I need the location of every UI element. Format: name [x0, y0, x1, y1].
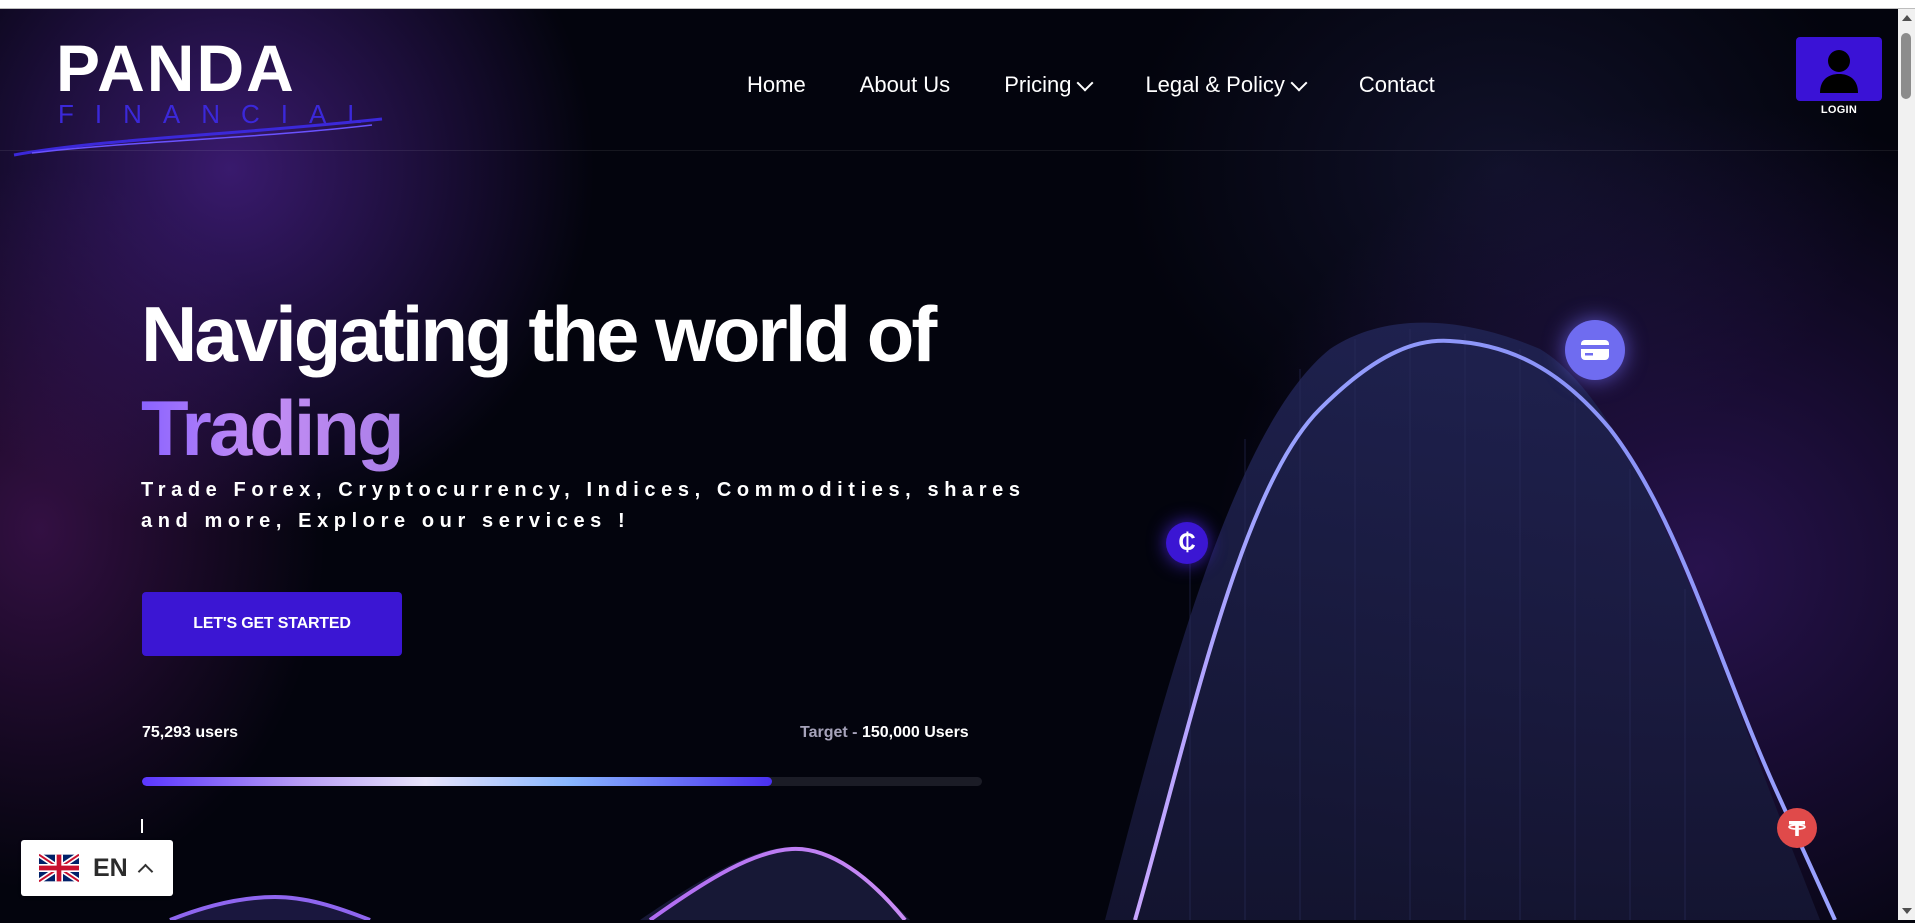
target-value: 150,000 Users: [861, 724, 969, 741]
users-count: 75,293 users: [142, 724, 239, 741]
page: ₵ PANDA FINANCIAL Home About Us Pricing …: [0, 9, 1898, 920]
progress-marker: [141, 819, 143, 833]
scrollbar-thumb[interactable]: [1901, 33, 1911, 99]
credit-card-icon: [1565, 320, 1625, 380]
big-wave-fill: [1105, 322, 1820, 920]
nav-home-label: Home: [747, 72, 806, 97]
scroll-down-arrow-icon[interactable]: [1902, 908, 1912, 914]
hero-subtext: Trade Forex, Cryptocurrency, Indices, Co…: [141, 479, 1026, 532]
chevron-down-icon: [1290, 74, 1308, 92]
chevron-down-icon: [1076, 74, 1094, 92]
nav-about-us[interactable]: About Us: [860, 72, 951, 98]
nav-legal-policy[interactable]: Legal & Policy: [1145, 72, 1308, 98]
logo-wordmark: PANDA: [56, 31, 296, 105]
users-progress-fill: [142, 777, 772, 786]
language-code: EN: [93, 853, 128, 882]
site-header: PANDA FINANCIAL Home About Us Pricing Le…: [0, 9, 1898, 157]
chevron-up-icon: [137, 863, 154, 879]
crypto-coin-icon: ₵: [1166, 522, 1208, 564]
target-prefix: Target -: [800, 724, 862, 741]
users-progress-bar: [142, 777, 982, 786]
nav-contact-label: Contact: [1358, 72, 1435, 97]
nav-about-label: About Us: [859, 72, 951, 97]
target-label: Target - 150,000 Users: [800, 724, 969, 742]
nav-pricing-label: Pricing: [1004, 72, 1072, 97]
logo-swoosh: [13, 117, 383, 157]
login-button[interactable]: LOGIN: [1796, 37, 1882, 127]
page-scrollbar[interactable]: [1898, 9, 1915, 920]
scroll-up-arrow-icon[interactable]: [1902, 15, 1912, 21]
login-label: LOGIN: [1820, 104, 1858, 116]
user-icon: [1820, 50, 1858, 93]
get-started-button[interactable]: LET'S GET STARTED: [142, 592, 402, 656]
brand-logo[interactable]: PANDA FINANCIAL: [12, 25, 392, 157]
browser-top-edge: [0, 0, 1915, 9]
hero-headline: Navigating the world of: [141, 290, 937, 378]
nav-legal-label: Legal & Policy: [1145, 72, 1285, 97]
language-selector[interactable]: EN: [21, 840, 173, 896]
hero-headline-highlight: Trading: [141, 384, 405, 472]
uk-flag-icon: [39, 853, 79, 883]
login-icon-box: [1796, 37, 1882, 101]
main-nav: Home About Us Pricing Legal & Policy Con…: [747, 65, 1489, 105]
nav-pricing[interactable]: Pricing: [1004, 72, 1094, 98]
tether-icon: [1777, 808, 1817, 848]
nav-contact[interactable]: Contact: [1359, 72, 1435, 98]
nav-home[interactable]: Home: [747, 72, 806, 98]
